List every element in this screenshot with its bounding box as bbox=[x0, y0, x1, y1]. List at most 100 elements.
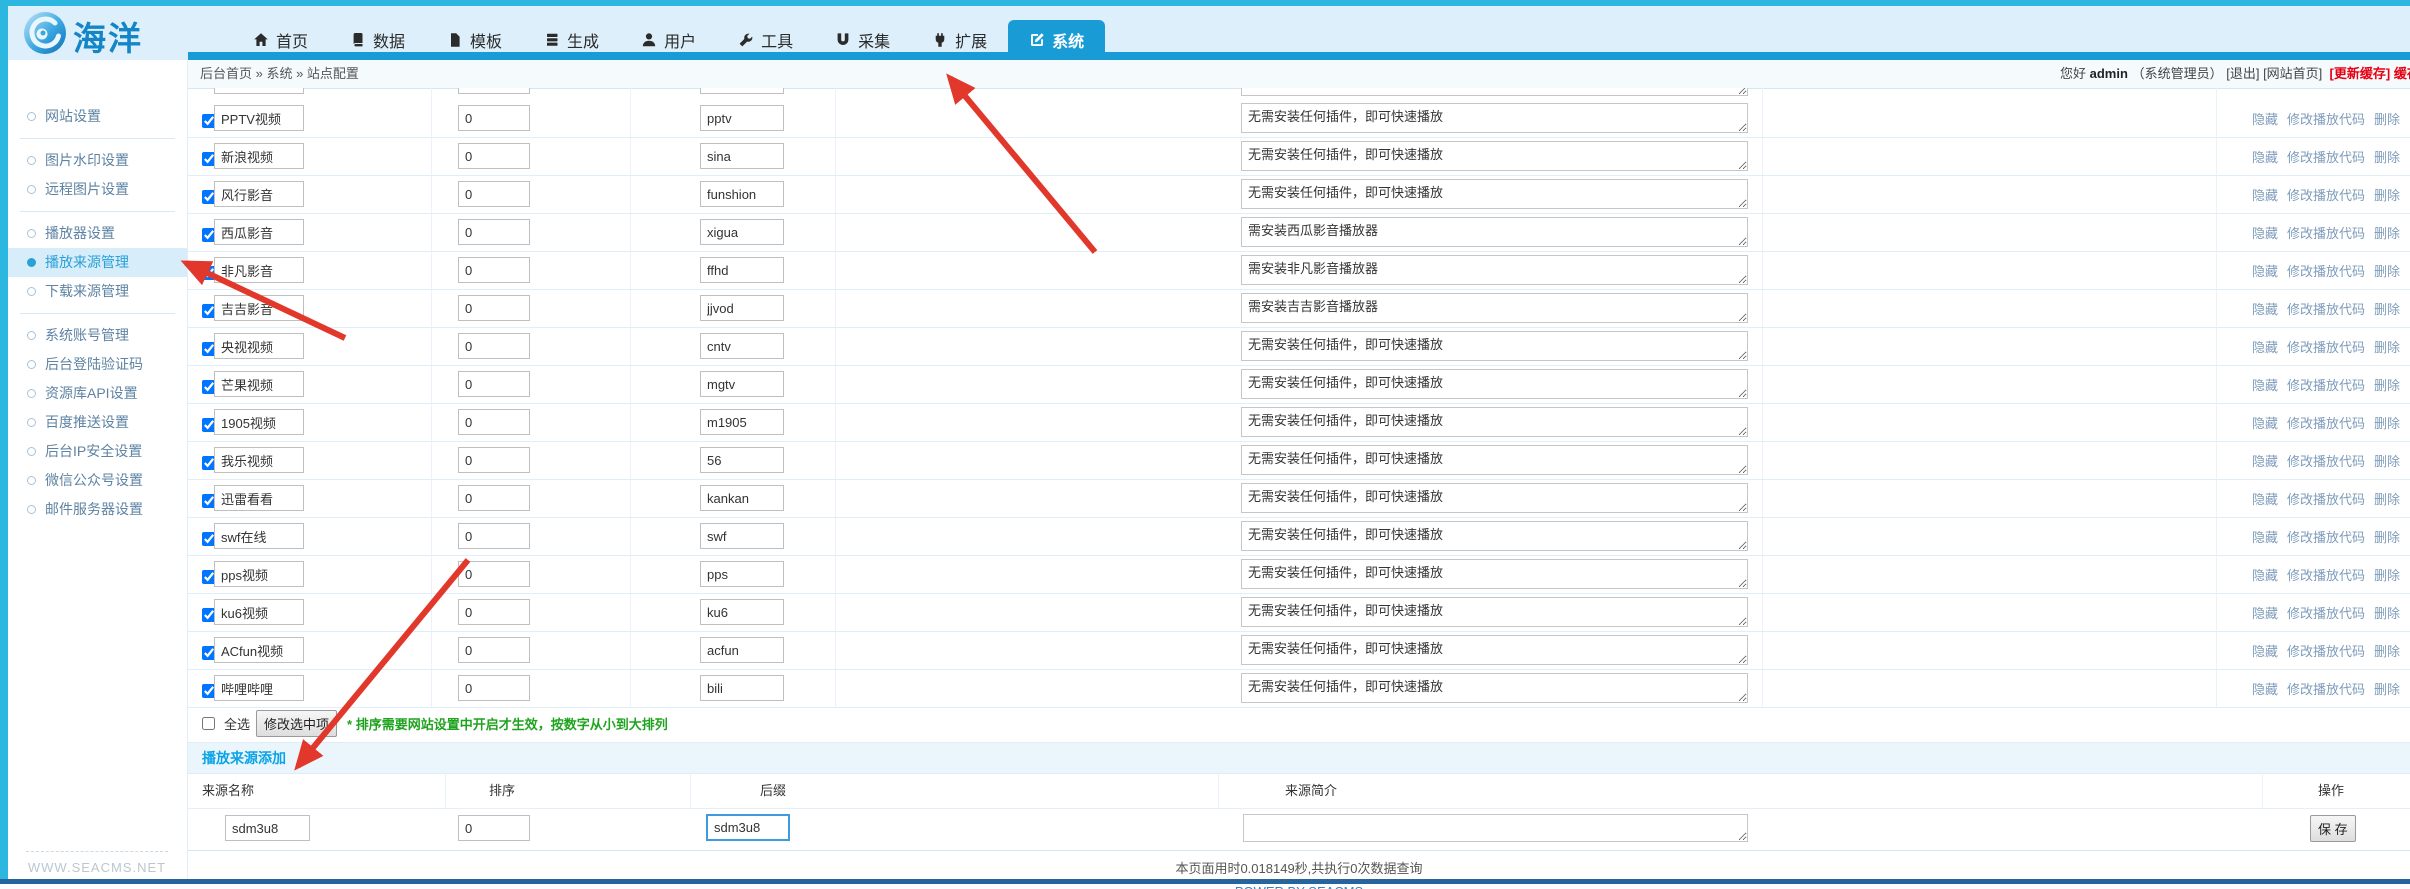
row-suffix-input[interactable] bbox=[700, 485, 784, 511]
row-name-input[interactable] bbox=[214, 295, 304, 321]
action-edit-player-code-link[interactable]: 修改播放代码 bbox=[2287, 185, 2365, 204]
action-edit-player-code-link[interactable]: 修改播放代码 bbox=[2287, 641, 2365, 660]
row-name-input[interactable] bbox=[214, 181, 304, 207]
action-delete-link[interactable]: 删除 bbox=[2374, 527, 2400, 546]
save-button[interactable]: 保 存 bbox=[2310, 815, 2356, 842]
row-suffix-input[interactable] bbox=[700, 523, 784, 549]
add-form-order-input[interactable] bbox=[458, 815, 530, 841]
row-suffix-input[interactable] bbox=[700, 637, 784, 663]
row-name-input[interactable] bbox=[214, 409, 304, 435]
row-order-input[interactable] bbox=[458, 295, 530, 321]
action-delete-link[interactable]: 删除 bbox=[2374, 641, 2400, 660]
sidebar-item-entry[interactable]: 网站设置 bbox=[8, 102, 187, 131]
action-edit-player-code-link[interactable]: 修改播放代码 bbox=[2287, 261, 2365, 280]
row-name-input[interactable] bbox=[214, 637, 304, 663]
row-order-input[interactable] bbox=[458, 333, 530, 359]
action-hide-link[interactable]: 隐藏 bbox=[2252, 223, 2278, 242]
action-hide-link[interactable]: 隐藏 bbox=[2252, 489, 2278, 508]
add-source-link[interactable]: 播放来源添加 bbox=[202, 750, 286, 766]
sidebar-item-entry[interactable]: 后台登陆验证码 bbox=[8, 350, 187, 379]
select-all-checkbox[interactable] bbox=[202, 717, 215, 730]
action-edit-player-code-link[interactable]: 修改播放代码 bbox=[2287, 223, 2365, 242]
row-suffix-input[interactable] bbox=[700, 105, 784, 131]
row-order-input[interactable] bbox=[458, 371, 530, 397]
row-desc-textarea[interactable]: 无需安装任何插件，即可快速播放 bbox=[1241, 407, 1748, 437]
action-edit-player-code-link[interactable]: 修改播放代码 bbox=[2287, 565, 2365, 584]
row-desc-textarea[interactable]: 无需安装任何插件，即可快速播放 bbox=[1241, 179, 1748, 209]
action-edit-player-code-link[interactable]: 修改播放代码 bbox=[2287, 451, 2365, 470]
sidebar-item-entry[interactable]: 资源库API设置 bbox=[8, 379, 187, 408]
add-form-suffix-input[interactable] bbox=[706, 814, 790, 841]
row-order-input[interactable] bbox=[458, 447, 530, 473]
row-desc-textarea[interactable]: 无需安装任何插件，即可快速播放 bbox=[1241, 483, 1748, 513]
action-delete-link[interactable]: 删除 bbox=[2374, 679, 2400, 698]
row-suffix-input[interactable] bbox=[700, 561, 784, 587]
action-hide-link[interactable]: 隐藏 bbox=[2252, 375, 2278, 394]
row-order-input[interactable] bbox=[458, 637, 530, 663]
action-delete-link[interactable]: 删除 bbox=[2374, 223, 2400, 242]
action-hide-link[interactable]: 隐藏 bbox=[2252, 185, 2278, 204]
action-delete-link[interactable]: 删除 bbox=[2374, 375, 2400, 394]
row-suffix-input[interactable] bbox=[700, 333, 784, 359]
row-name-input[interactable] bbox=[214, 257, 304, 283]
row-suffix-input[interactable] bbox=[700, 599, 784, 625]
row-order-input[interactable] bbox=[458, 181, 530, 207]
site-home-link[interactable]: [网站首页] bbox=[2263, 66, 2322, 81]
sidebar-item-entry[interactable]: 下载来源管理 bbox=[8, 277, 187, 306]
row-desc-textarea[interactable]: 需安装吉吉影音播放器 bbox=[1241, 293, 1748, 323]
sidebar-item-entry[interactable]: 远程图片设置 bbox=[8, 175, 187, 204]
sidebar-item-entry[interactable]: 后台IP安全设置 bbox=[8, 437, 187, 466]
row-suffix-input[interactable] bbox=[700, 257, 784, 283]
row-suffix-input[interactable] bbox=[700, 181, 784, 207]
row-desc-textarea[interactable]: 需安装非凡影音播放器 bbox=[1241, 255, 1748, 285]
action-hide-link[interactable]: 隐藏 bbox=[2252, 603, 2278, 622]
action-delete-link[interactable]: 删除 bbox=[2374, 603, 2400, 622]
row-suffix-input[interactable] bbox=[700, 675, 784, 701]
sidebar-item-entry[interactable]: 播放器设置 bbox=[8, 219, 187, 248]
row-desc-textarea[interactable]: 无需安装任何插件，即可快速播放 bbox=[1241, 445, 1748, 475]
row-order-input[interactable] bbox=[458, 675, 530, 701]
row-suffix-input[interactable] bbox=[700, 371, 784, 397]
row-desc-textarea[interactable]: 无需安装任何插件，即可快速播放 bbox=[1241, 597, 1748, 627]
row-name-input[interactable] bbox=[214, 485, 304, 511]
action-delete-link[interactable]: 删除 bbox=[2374, 337, 2400, 356]
action-delete-link[interactable]: 删除 bbox=[2374, 489, 2400, 508]
row-order-input[interactable] bbox=[458, 561, 530, 587]
row-name-input[interactable] bbox=[214, 523, 304, 549]
sidebar-item-play-source[interactable]: 播放来源管理 bbox=[8, 248, 187, 277]
row-order-input[interactable] bbox=[458, 523, 530, 549]
action-edit-player-code-link[interactable]: 修改播放代码 bbox=[2287, 679, 2365, 698]
action-edit-player-code-link[interactable]: 修改播放代码 bbox=[2287, 413, 2365, 432]
action-delete-link[interactable]: 删除 bbox=[2374, 451, 2400, 470]
action-edit-player-code-link[interactable]: 修改播放代码 bbox=[2287, 603, 2365, 622]
modify-selected-button[interactable]: 修改选中项 bbox=[256, 710, 337, 737]
action-delete-link[interactable]: 删除 bbox=[2374, 565, 2400, 584]
row-suffix-input[interactable] bbox=[700, 295, 784, 321]
action-edit-player-code-link[interactable]: 修改播放代码 bbox=[2287, 147, 2365, 166]
row-suffix-input[interactable] bbox=[700, 447, 784, 473]
row-name-input[interactable] bbox=[214, 447, 304, 473]
row-desc-textarea[interactable]: 无需安装任何插件，即可快速播放 bbox=[1241, 103, 1748, 133]
action-delete-link[interactable]: 删除 bbox=[2374, 413, 2400, 432]
action-hide-link[interactable]: 隐藏 bbox=[2252, 565, 2278, 584]
action-delete-link[interactable]: 删除 bbox=[2374, 109, 2400, 128]
action-hide-link[interactable]: 隐藏 bbox=[2252, 299, 2278, 318]
sidebar-item-entry[interactable]: 百度推送设置 bbox=[8, 408, 187, 437]
add-form-name-input[interactable] bbox=[225, 815, 310, 841]
row-name-input[interactable] bbox=[214, 105, 304, 131]
sidebar-item-entry[interactable]: 微信公众号设置 bbox=[8, 466, 187, 495]
row-suffix-input[interactable] bbox=[700, 143, 784, 169]
logout-link[interactable]: [退出] bbox=[2226, 66, 2259, 81]
row-order-input[interactable] bbox=[458, 105, 530, 131]
action-hide-link[interactable]: 隐藏 bbox=[2252, 261, 2278, 280]
action-edit-player-code-link[interactable]: 修改播放代码 bbox=[2287, 109, 2365, 128]
row-order-input[interactable] bbox=[458, 599, 530, 625]
action-hide-link[interactable]: 隐藏 bbox=[2252, 413, 2278, 432]
row-suffix-input[interactable] bbox=[700, 219, 784, 245]
row-order-input[interactable] bbox=[458, 219, 530, 245]
sidebar-item-entry[interactable]: 图片水印设置 bbox=[8, 146, 187, 175]
row-order-input[interactable] bbox=[458, 143, 530, 169]
action-edit-player-code-link[interactable]: 修改播放代码 bbox=[2287, 489, 2365, 508]
row-name-input[interactable] bbox=[214, 561, 304, 587]
sidebar-item-entry[interactable]: 系统账号管理 bbox=[8, 321, 187, 350]
